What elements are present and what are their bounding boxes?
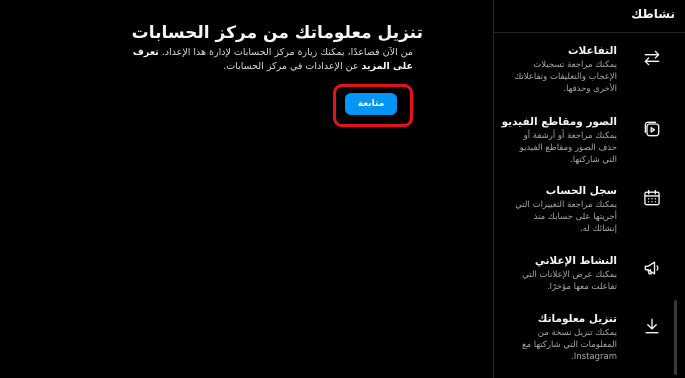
calendar-icon <box>641 187 663 209</box>
main-panel: تنزيل معلوماتك من مركز الحسابات من الآن … <box>0 0 493 378</box>
page-description: من الآن فصاعدًا، يمكنك زيارة مركز الحساب… <box>113 46 413 74</box>
description-text-2: عن الإعدادات في مركز الحسابات. <box>223 61 362 72</box>
sidebar-item-download-info[interactable]: تنزيل معلوماتك يمكنك تنزيل نسخة من المعل… <box>493 312 685 378</box>
description-text-1: من الآن فصاعدًا، يمكنك زيارة مركز الحساب… <box>158 47 413 58</box>
sidebar-item-desc: يمكنك مراجعة أو أرشفة أو حذف الصور ومقاط… <box>519 131 617 165</box>
megaphone-icon <box>641 257 663 279</box>
sidebar-item-label: سجل الحساب <box>545 185 617 197</box>
sidebar-item-desc: يمكنك عرض الإعلانات التي تفاعلت معها مؤخ… <box>522 270 617 292</box>
sidebar-item-interactions[interactable]: التفاعلات يمكنك مراجعة تسجيلات الإعجاب و… <box>493 44 685 110</box>
sidebar-item-photos-videos[interactable]: الصور ومقاطع الفيديو يمكنك مراجعة أو أرش… <box>493 115 685 181</box>
sidebar-item-label: الصور ومقاطع الفيديو <box>501 116 617 128</box>
page-title: تنزيل معلوماتك من مركز الحسابات <box>131 23 423 43</box>
activity-sidebar: نشاطك التفاعلات يمكنك مراجعة تسجيلات الإ… <box>493 0 685 378</box>
app-root: تنزيل معلوماتك من مركز الحسابات من الآن … <box>0 0 685 378</box>
sidebar-item-label: التفاعلات <box>567 45 617 57</box>
sidebar-item-desc: يمكنك مراجعة تسجيلات الإعجاب والتعليقات … <box>514 60 617 94</box>
media-icon <box>641 118 663 140</box>
continue-button[interactable]: متابعة <box>345 93 397 115</box>
sidebar-divider <box>494 32 685 33</box>
sidebar-item-desc: يمكنك تنزيل نسخة من المعلومات التي شاركت… <box>521 328 617 362</box>
sidebar-title: نشاطك <box>631 7 675 21</box>
arrows-swap-icon <box>641 47 663 69</box>
sidebar-item-label: تنزيل معلوماتك <box>537 313 617 325</box>
sidebar-item-account-history[interactable]: سجل الحساب يمكنك مراجعة التغييرات التي أ… <box>493 184 685 250</box>
sidebar-item-desc: يمكنك مراجعة التغييرات التي أجريتها على … <box>515 200 617 234</box>
download-icon <box>641 315 663 337</box>
sidebar-item-ad-activity[interactable]: النشاط الإعلاني يمكنك عرض الإعلانات التي… <box>493 254 685 320</box>
sidebar-item-label: النشاط الإعلاني <box>534 255 617 267</box>
